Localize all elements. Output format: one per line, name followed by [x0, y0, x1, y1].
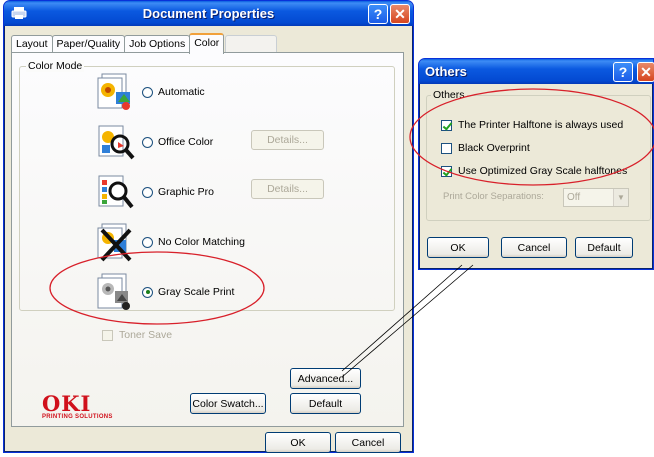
graphic-pro-details-button[interactable]: Details... — [251, 179, 324, 199]
color-swatch-button[interactable]: Color Swatch... — [190, 393, 266, 414]
tab-strip: Layout Paper/Quality Job Options Color — [11, 33, 278, 54]
radio-graphic-pro[interactable] — [142, 186, 153, 198]
radio-automatic[interactable] — [142, 86, 153, 98]
graphic-pro-icon — [96, 172, 136, 212]
chevron-down-icon[interactable]: ▼ — [613, 189, 628, 206]
others-help-button[interactable]: ? — [613, 62, 633, 82]
tab-color[interactable]: Color — [189, 33, 225, 54]
option-black-overprint[interactable]: Black Overprint — [441, 142, 530, 154]
others-title-bar[interactable]: Others ? ✕ — [419, 59, 654, 84]
toner-save-row[interactable]: Toner Save — [102, 329, 172, 341]
advanced-button[interactable]: Advanced... — [290, 368, 361, 389]
office-color-details-button[interactable]: Details... — [251, 130, 324, 150]
printer-halftone-label: The Printer Halftone is always used — [458, 119, 624, 131]
optimized-gray-checkbox[interactable] — [441, 165, 452, 177]
tab-layout[interactable]: Layout — [11, 35, 53, 53]
cancel-button[interactable]: Cancel — [335, 432, 401, 453]
printer-halftone-checkbox[interactable] — [441, 119, 452, 131]
others-group-label: Others — [431, 89, 467, 101]
others-title: Others — [425, 64, 467, 79]
mode-no-color-matching-label: No Color Matching — [158, 236, 245, 248]
toner-save-label: Toner Save — [119, 329, 173, 341]
office-color-icon — [96, 122, 136, 162]
title-bar[interactable]: Document Properties ? ✕ — [4, 1, 413, 26]
gray-scale-print-icon — [96, 272, 136, 312]
others-dialog: Others ? ✕ Others The Printer Halftone i… — [418, 58, 654, 270]
mode-graphic-pro[interactable]: Graphic Pro — [96, 172, 214, 212]
mode-gray-scale-print[interactable]: Gray Scale Print — [96, 272, 234, 312]
tab-hidden — [225, 35, 278, 53]
ok-button[interactable]: OK — [265, 432, 331, 453]
mode-no-color-matching[interactable]: No Color Matching — [96, 222, 245, 262]
tab-job-options[interactable]: Job Options — [124, 35, 191, 53]
radio-office-color[interactable] — [142, 136, 153, 148]
toner-save-checkbox[interactable] — [102, 329, 113, 341]
no-color-matching-icon — [96, 222, 136, 262]
option-optimized-gray[interactable]: Use Optimized Gray Scale halftones — [441, 165, 627, 177]
oki-logo: OKI PRINTING SOLUTIONS — [42, 393, 113, 420]
tab-paper-quality[interactable]: Paper/Quality — [51, 35, 126, 53]
option-printer-halftone[interactable]: The Printer Halftone is always used — [441, 119, 623, 131]
radio-no-color-matching[interactable] — [142, 236, 153, 248]
color-automatic-icon — [96, 72, 136, 112]
optimized-gray-label: Use Optimized Gray Scale halftones — [458, 165, 628, 177]
radio-gray-scale-print[interactable] — [142, 286, 153, 298]
window-title: Document Properties — [142, 6, 275, 21]
close-button[interactable]: ✕ — [390, 4, 410, 24]
mode-automatic[interactable]: Automatic — [96, 72, 205, 112]
help-button[interactable]: ? — [368, 4, 388, 24]
default-button[interactable]: Default — [290, 393, 361, 414]
mode-automatic-label: Automatic — [158, 86, 205, 98]
document-properties-window: Document Properties ? ✕ Layout Paper/Qua… — [3, 0, 414, 453]
oki-logo-text: OKI — [42, 391, 92, 416]
separations-value: Off — [567, 192, 581, 203]
others-cancel-button[interactable]: Cancel — [501, 237, 567, 258]
others-default-button[interactable]: Default — [575, 237, 633, 258]
mode-graphic-pro-label: Graphic Pro — [158, 186, 215, 198]
oki-logo-subtitle: PRINTING SOLUTIONS — [42, 414, 113, 420]
color-tab-panel: Color Mode Automatic Office Color Graphi… — [11, 52, 404, 427]
separations-row: Print Color Separations: — [443, 191, 544, 202]
color-mode-group-label: Color Mode — [26, 60, 85, 72]
others-close-button[interactable]: ✕ — [637, 62, 654, 82]
others-ok-button[interactable]: OK — [427, 237, 489, 258]
mode-office-color-label: Office Color — [158, 136, 214, 148]
black-overprint-label: Black Overprint — [458, 142, 530, 154]
black-overprint-checkbox[interactable] — [441, 142, 452, 154]
mode-gray-scale-print-label: Gray Scale Print — [158, 286, 235, 298]
mode-office-color[interactable]: Office Color — [96, 122, 213, 162]
separations-label: Print Color Separations: — [443, 191, 544, 202]
separations-select[interactable]: Off ▼ — [563, 188, 629, 207]
